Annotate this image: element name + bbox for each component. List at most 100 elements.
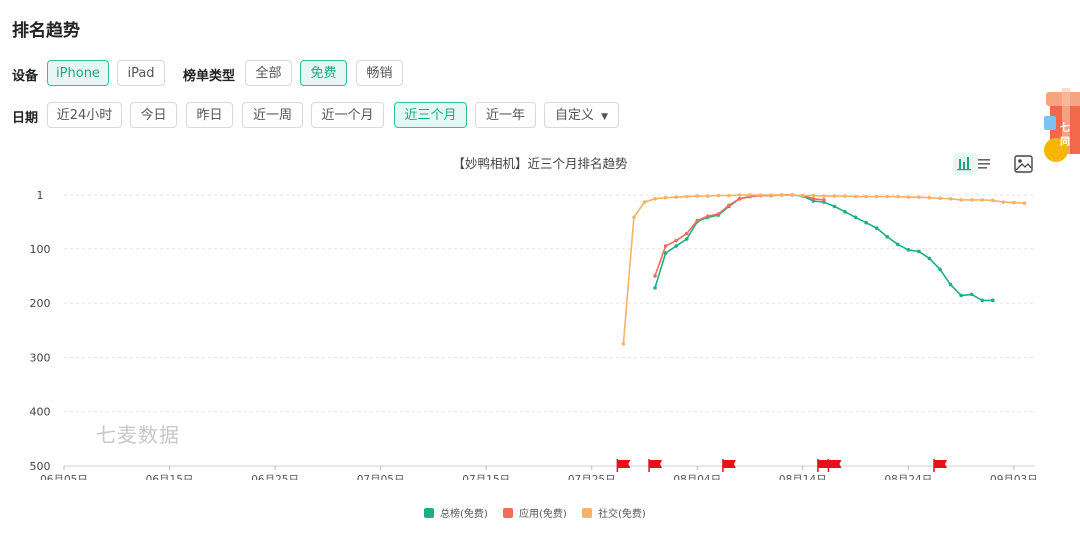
series-point [801, 193, 805, 198]
series-point [917, 195, 921, 199]
series-point [811, 193, 816, 198]
x-tick-label: 06月15日 [146, 474, 194, 480]
x-tick-label: 07月25日 [568, 474, 616, 480]
series-point [895, 194, 900, 199]
series-point [917, 249, 921, 254]
legend-label-total: 总榜(免费) [440, 509, 488, 520]
series-point [885, 194, 890, 199]
date-today-button[interactable]: 今日 [130, 102, 177, 128]
image-download-icon[interactable] [1012, 153, 1036, 175]
list-view-icon[interactable] [973, 153, 997, 175]
chart-title: 【妙鸭相机】近三个月排名趋势 [452, 156, 628, 171]
device-label: 设备 [12, 69, 39, 84]
page-title: 排名趋势 [12, 21, 80, 41]
series-point [927, 256, 932, 261]
series-point [832, 204, 837, 209]
caret-down-icon: ▼ [601, 112, 609, 122]
date-yesterday-button[interactable]: 昨日 [186, 102, 233, 128]
series-point [642, 200, 647, 204]
x-tick-label: 07月15日 [462, 474, 510, 480]
date-label: 日期 [12, 111, 39, 126]
date-week-button[interactable]: 近一周 [242, 102, 303, 128]
type-free-button[interactable]: 免费 [300, 60, 347, 86]
series-point [674, 244, 678, 248]
series-point [906, 195, 911, 199]
device-ipad-button[interactable]: iPad [117, 60, 165, 86]
date-3months-button[interactable]: 近三个月 [394, 102, 467, 128]
series-line-0 [654, 194, 993, 302]
x-tick-label: 06月05日 [40, 474, 88, 480]
legend-swatch [582, 507, 592, 518]
legend-swatch [503, 507, 513, 518]
series-point [959, 293, 963, 298]
series-point [716, 193, 721, 198]
series-point [990, 298, 995, 303]
series-point [653, 286, 657, 290]
series-line-1 [654, 194, 824, 277]
watermark: 七麦数据 [96, 423, 180, 447]
series-point [885, 235, 890, 239]
x-tick-label: 07月05日 [357, 474, 405, 480]
series-point [874, 226, 879, 230]
series-point [663, 195, 668, 200]
series-point [727, 203, 731, 208]
type-grossing-button[interactable]: 畅销 [356, 60, 403, 86]
series-point [737, 197, 742, 201]
series-point [621, 342, 626, 346]
legend-item-app[interactable]: 应用(免费) [503, 505, 567, 520]
legend-item-total[interactable]: 总榜(免费) [424, 505, 488, 520]
series-point [822, 194, 826, 198]
series-point [864, 194, 868, 199]
series-point [653, 274, 657, 278]
x-tick-label: 08月24日 [884, 474, 932, 480]
device-iphone-button[interactable]: iPhone [47, 60, 109, 86]
series-point [1001, 200, 1006, 204]
series-point [674, 238, 678, 243]
promo-badge-text: 七 同 [1060, 123, 1070, 148]
x-tick-label: 06月25日 [251, 474, 299, 480]
series-point [684, 231, 689, 236]
series-point [727, 193, 731, 198]
date-year-button[interactable]: 近一年 [475, 102, 536, 128]
series-point [938, 196, 942, 201]
legend-label-app: 应用(免费) [519, 509, 567, 520]
series-line-2 [622, 194, 1025, 344]
legend-swatch [424, 507, 434, 518]
event-flag-icon [722, 460, 736, 468]
x-tick-label: 09月03日 [990, 474, 1038, 480]
date-24h-button[interactable]: 近24小时 [47, 102, 122, 128]
series-point [959, 198, 963, 202]
series-point [737, 193, 742, 197]
legend-item-social[interactable]: 社交(免费) [582, 505, 646, 520]
series-point [674, 195, 678, 199]
series-point [843, 210, 847, 214]
date-custom-dropdown[interactable]: 自定义 ▼ [544, 102, 619, 128]
event-flag-icon [828, 460, 842, 468]
series-point [748, 193, 752, 197]
series-point [779, 193, 784, 197]
y-tick-label: 100 [30, 243, 51, 256]
series-point [948, 197, 953, 201]
date-custom-label: 自定义 [555, 108, 595, 123]
series-point [684, 237, 689, 241]
series-point [874, 194, 879, 199]
series-point [632, 215, 636, 220]
date-month-button[interactable]: 近一个月 [311, 102, 384, 128]
series-point [758, 193, 763, 197]
event-flag-icon [934, 460, 948, 468]
series-point [706, 194, 710, 198]
series-point [769, 193, 773, 197]
event-flag-icon [617, 460, 631, 468]
series-point [969, 292, 974, 297]
type-all-button[interactable]: 全部 [245, 60, 292, 86]
series-point [663, 244, 668, 248]
series-point [653, 197, 657, 201]
series-point [980, 198, 985, 202]
y-tick-label: 200 [30, 297, 51, 310]
series-point [716, 212, 721, 216]
y-tick-label: 400 [30, 406, 51, 419]
series-point [843, 194, 847, 198]
series-point [895, 242, 900, 247]
series-point [706, 214, 710, 218]
series-point [684, 194, 689, 199]
